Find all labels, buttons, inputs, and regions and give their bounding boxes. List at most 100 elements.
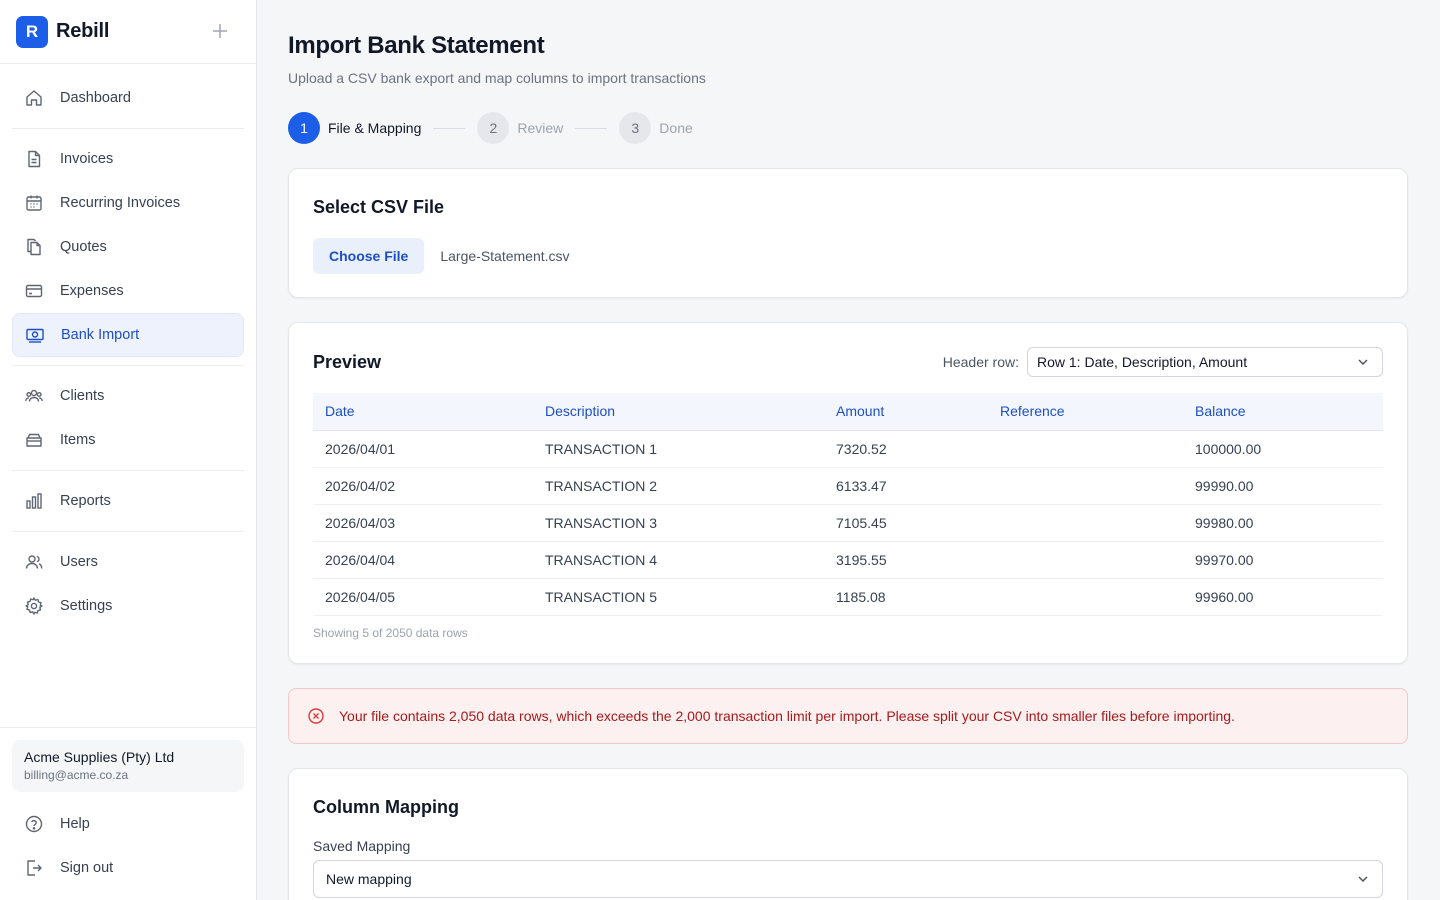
table-cell: 7320.52 xyxy=(824,430,988,468)
column-header: Description xyxy=(533,393,824,431)
table-cell: TRANSACTION 1 xyxy=(533,430,824,468)
preview-card: Preview Header row: Row 1: Date, Descrip… xyxy=(288,322,1408,664)
box-icon xyxy=(26,433,42,447)
sidebar-item-label: Expenses xyxy=(60,283,124,299)
help-icon xyxy=(25,815,43,833)
document-icon xyxy=(28,150,41,168)
sign-out-icon xyxy=(27,860,42,876)
table-cell: TRANSACTION 2 xyxy=(533,467,824,505)
page-title: Import Bank Statement xyxy=(288,32,545,59)
sidebar-item-label: Invoices xyxy=(60,151,114,167)
sidebar-item-sign-out[interactable]: Sign out xyxy=(12,846,244,890)
table-cell: 99990.00 xyxy=(1183,467,1383,505)
header-row-label: Header row: xyxy=(942,354,1019,370)
nav-divider xyxy=(12,128,244,129)
stepper: 1 File & Mapping 2 Review 3 Done xyxy=(288,112,693,144)
header-row-select[interactable]: Row 1: Date, Description, Amount xyxy=(1027,347,1383,377)
table-cell: 2026/04/03 xyxy=(313,504,533,542)
step-connector xyxy=(433,127,466,129)
step-number: 3 xyxy=(619,112,652,144)
company-name: Acme Supplies (Pty) Ltd xyxy=(24,749,175,765)
sidebar-item-label: Settings xyxy=(60,598,113,614)
table-cell: 100000.00 xyxy=(1183,430,1383,468)
table-cell: 2026/04/05 xyxy=(313,578,533,616)
sidebar-item-expenses[interactable]: Expenses xyxy=(12,269,244,313)
brand-name: Rebill xyxy=(56,20,110,42)
column-mapping-card: Column Mapping Saved Mapping New mapping xyxy=(288,768,1408,900)
sidebar-item-bank-import[interactable]: Bank Import xyxy=(12,313,244,357)
table-cell: 3195.55 xyxy=(824,541,988,579)
sidebar-item-label: Sign out xyxy=(60,860,114,876)
table-cell: 2026/04/01 xyxy=(313,430,533,468)
table-cell xyxy=(988,430,1183,468)
sidebar: R Rebill Dashboard Invoices Recurring In… xyxy=(0,0,257,900)
table-header-row: Date Description Amount Reference Balanc… xyxy=(313,393,1383,431)
sidebar-item-label: Dashboard xyxy=(60,90,131,106)
choose-file-button[interactable]: Choose File xyxy=(313,238,425,274)
table-row: 2026/04/02 TRANSACTION 2 6133.47 99990.0… xyxy=(313,467,1383,505)
gear-icon xyxy=(25,597,43,615)
table-cell: TRANSACTION 5 xyxy=(533,578,824,616)
column-header: Reference xyxy=(988,393,1183,431)
table-row: 2026/04/04 TRANSACTION 4 3195.55 99970.0… xyxy=(313,541,1383,579)
brand-logo[interactable]: R xyxy=(16,15,48,48)
file-picker: Choose File Large-Statement.csv xyxy=(313,238,1383,274)
footer-nav: Help Sign out xyxy=(12,802,244,890)
company-email: billing@acme.co.za xyxy=(24,768,129,782)
table-cell: 7105.45 xyxy=(824,504,988,542)
nav-divider xyxy=(12,365,244,366)
sidebar-item-quotes[interactable]: Quotes xyxy=(12,225,244,269)
step-label: File & Mapping xyxy=(328,120,422,136)
sidebar-item-help[interactable]: Help xyxy=(12,802,244,846)
saved-mapping-label: Saved Mapping xyxy=(313,838,411,854)
saved-mapping-value: New mapping xyxy=(326,871,412,887)
error-circle-icon xyxy=(308,708,324,724)
rows-count-note: Showing 5 of 2050 data rows xyxy=(313,625,468,640)
sidebar-item-label: Bank Import xyxy=(61,327,140,343)
nav-divider xyxy=(12,531,244,532)
sidebar-item-reports[interactable]: Reports xyxy=(12,479,244,523)
table-cell: 2026/04/02 xyxy=(313,467,533,505)
sidebar-item-label: Reports xyxy=(60,493,111,509)
header-row-control: Header row: Row 1: Date, Description, Am… xyxy=(943,347,1383,377)
users-icon xyxy=(25,555,43,569)
table-cell: 99960.00 xyxy=(1183,578,1383,616)
sidebar-item-settings[interactable]: Settings xyxy=(12,584,244,628)
step-connector xyxy=(575,127,608,129)
page-subtitle: Upload a CSV bank export and map columns… xyxy=(288,70,706,86)
step-number: 2 xyxy=(477,112,510,144)
table-cell xyxy=(988,504,1183,542)
step-review: 2 Review xyxy=(477,112,563,144)
alert-message: Your file contains 2,050 data rows, whic… xyxy=(339,708,1235,724)
plus-icon[interactable] xyxy=(210,21,230,41)
table-cell: 2026/04/04 xyxy=(313,541,533,579)
credit-card-icon xyxy=(25,284,43,298)
home-icon xyxy=(26,90,42,106)
table-cell xyxy=(988,541,1183,579)
sidebar-item-users[interactable]: Users xyxy=(12,540,244,584)
preview-table: Date Description Amount Reference Balanc… xyxy=(313,393,1383,616)
sidebar-item-items[interactable]: Items xyxy=(12,418,244,462)
table-row: 2026/04/05 TRANSACTION 5 1185.08 99960.0… xyxy=(313,578,1383,616)
card-title: Select CSV File xyxy=(313,197,445,217)
sidebar-item-dashboard[interactable]: Dashboard xyxy=(12,76,244,120)
copy-icon xyxy=(27,238,41,256)
table-cell: 99970.00 xyxy=(1183,541,1383,579)
sidebar-item-label: Clients xyxy=(60,388,105,404)
chevron-down-icon xyxy=(1358,876,1368,883)
table-cell: TRANSACTION 3 xyxy=(533,504,824,542)
sidebar-item-clients[interactable]: Clients xyxy=(12,374,244,418)
saved-mapping-select[interactable]: New mapping xyxy=(313,860,1383,898)
nav-divider xyxy=(12,470,244,471)
sidebar-item-label: Items xyxy=(60,432,96,448)
step-label: Done xyxy=(659,120,693,136)
calendar-icon xyxy=(26,195,42,211)
column-header: Amount xyxy=(824,393,988,431)
company-card[interactable]: Acme Supplies (Pty) Ltd billing@acme.co.… xyxy=(12,740,244,792)
header-row-value: Row 1: Date, Description, Amount xyxy=(1037,354,1248,370)
table-row: 2026/04/01 TRANSACTION 1 7320.52 100000.… xyxy=(313,430,1383,468)
table-cell xyxy=(988,578,1183,616)
sidebar-item-invoices[interactable]: Invoices xyxy=(12,137,244,181)
sidebar-item-label: Help xyxy=(60,816,90,832)
sidebar-item-recurring-invoices[interactable]: Recurring Invoices xyxy=(12,181,244,225)
